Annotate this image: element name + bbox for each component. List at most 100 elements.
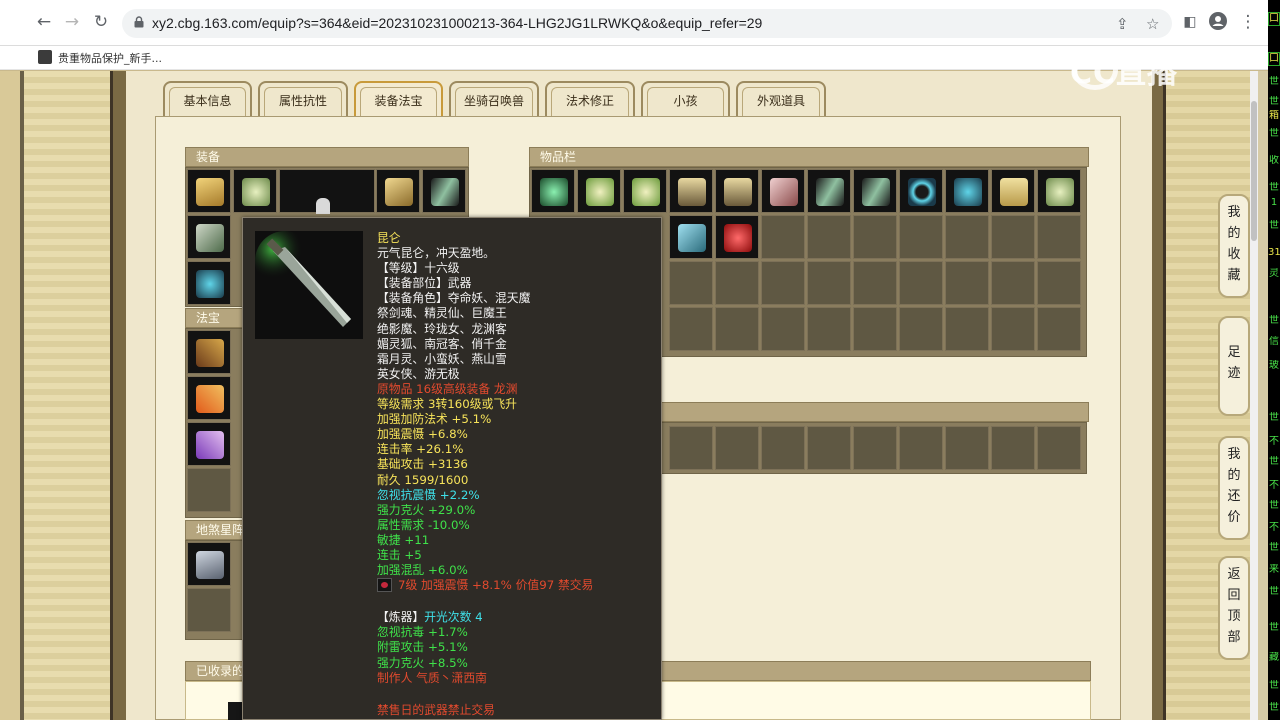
- necklace-icon: [1046, 178, 1074, 206]
- inventory-slot[interactable]: [991, 261, 1035, 305]
- storage-slot[interactable]: [899, 426, 943, 470]
- inventory-slot[interactable]: [761, 261, 805, 305]
- storage-slot[interactable]: [761, 426, 805, 470]
- inventory-slot[interactable]: [669, 169, 713, 213]
- inventory-slot[interactable]: [1037, 169, 1081, 213]
- side-char: 足: [1227, 345, 1241, 360]
- inventory-slot[interactable]: [853, 169, 897, 213]
- item-maker: 制作人 气质丶潇西南: [377, 670, 487, 685]
- inventory-slot[interactable]: [899, 215, 943, 259]
- treasure-slot-1[interactable]: [187, 330, 231, 374]
- tab-attributes[interactable]: 属性抗性: [258, 81, 348, 117]
- tab-spell-correction[interactable]: 法术修正: [545, 81, 635, 117]
- inventory-slot[interactable]: [1037, 215, 1081, 259]
- scrollbar-thumb[interactable]: [1251, 101, 1257, 241]
- treasure-slot-2[interactable]: [187, 376, 231, 420]
- address-bar[interactable]: xy2.cbg.163.com/equip?s=364&eid=20231023…: [122, 9, 1172, 38]
- inventory-slot[interactable]: [807, 215, 851, 259]
- strip-item: 世: [1269, 680, 1279, 691]
- inventory-slot[interactable]: [945, 215, 989, 259]
- inventory-slot[interactable]: [991, 169, 1035, 213]
- url-text[interactable]: xy2.cbg.163.com/equip?s=364&eid=20231023…: [152, 15, 762, 31]
- inventory-slot[interactable]: [807, 307, 851, 351]
- forward-icon[interactable]: →: [62, 12, 82, 32]
- equip-slot-weapon[interactable]: [187, 215, 231, 259]
- equip-slot-belt[interactable]: [422, 169, 466, 213]
- inventory-slot[interactable]: [991, 307, 1035, 351]
- inventory-slot[interactable]: [899, 169, 943, 213]
- inventory-slot[interactable]: [899, 261, 943, 305]
- back-icon[interactable]: ←: [34, 12, 54, 32]
- inventory-slot[interactable]: [945, 261, 989, 305]
- inventory-slot[interactable]: [853, 261, 897, 305]
- inventory-slot[interactable]: [761, 215, 805, 259]
- inventory-slot[interactable]: [669, 215, 713, 259]
- refine-stat: 强力克火 +8.5%: [377, 655, 468, 670]
- inventory-slot[interactable]: [807, 261, 851, 305]
- treasure-slot-4[interactable]: [187, 468, 231, 512]
- inventory-slot[interactable]: [1037, 307, 1081, 351]
- tab-child[interactable]: 小孩: [641, 81, 730, 117]
- inventory-slot[interactable]: [623, 169, 667, 213]
- inventory-slot[interactable]: [577, 169, 621, 213]
- inventory-slot[interactable]: [715, 169, 759, 213]
- side-char: 回: [1227, 588, 1241, 603]
- tab-equipment[interactable]: 装备法宝: [354, 81, 443, 117]
- storage-slot[interactable]: [945, 426, 989, 470]
- storage-slot[interactable]: [853, 426, 897, 470]
- treasure-slot-3[interactable]: [187, 422, 231, 466]
- equip-slot-shoes[interactable]: [187, 261, 231, 305]
- equip-slot-necklace[interactable]: [233, 169, 277, 213]
- inventory-slot[interactable]: [715, 261, 759, 305]
- inventory-slot[interactable]: [853, 307, 897, 351]
- tab-mounts-summons[interactable]: 坐骑召唤兽: [449, 81, 539, 117]
- inventory-slot[interactable]: [715, 215, 759, 259]
- inventory-slot[interactable]: [945, 307, 989, 351]
- inventory-slot[interactable]: [1037, 261, 1081, 305]
- inventory-slot[interactable]: [991, 215, 1035, 259]
- history-button[interactable]: 足 迹: [1218, 316, 1250, 416]
- strip-item: 来: [1269, 564, 1279, 575]
- my-offers-button[interactable]: 我 的 还 价: [1218, 436, 1250, 540]
- inventory-slot[interactable]: [531, 169, 575, 213]
- staff-icon: [770, 178, 798, 206]
- boots-icon: [678, 178, 706, 206]
- storage-slot[interactable]: [715, 426, 759, 470]
- equip-slot-hat[interactable]: [187, 169, 231, 213]
- earth-star-slot-2[interactable]: [187, 588, 231, 632]
- tab-appearance[interactable]: 外观道具: [736, 81, 826, 117]
- item-slot: 【装备部位】武器: [377, 276, 472, 291]
- equip-slot-armor[interactable]: [376, 169, 420, 213]
- inventory-slot[interactable]: [669, 307, 713, 351]
- inventory-slot[interactable]: [899, 307, 943, 351]
- item-origin: 原物品 16级高级装备 龙渊: [377, 381, 518, 396]
- side-panel-icon[interactable]: ◧: [1180, 12, 1200, 32]
- inventory-slot[interactable]: [761, 169, 805, 213]
- my-favorites-button[interactable]: 我 的 收 藏: [1218, 194, 1250, 298]
- inventory-slot[interactable]: [945, 169, 989, 213]
- back-to-top-button[interactable]: 返 回 顶 部: [1218, 556, 1250, 660]
- storage-slot[interactable]: [1037, 426, 1081, 470]
- amulet-icon: [632, 178, 660, 206]
- storage-slot[interactable]: [807, 426, 851, 470]
- inventory-slot[interactable]: [807, 169, 851, 213]
- storage-slot[interactable]: [991, 426, 1035, 470]
- bookmark-item[interactable]: 贵重物品保护_新手...: [58, 50, 162, 66]
- item-desc: 元气昆仑，冲天盈地。: [377, 246, 495, 261]
- menu-kebab-icon[interactable]: ⋮: [1238, 12, 1258, 32]
- inventory-slot[interactable]: [761, 307, 805, 351]
- inventory-slot[interactable]: [715, 307, 759, 351]
- storage-slot[interactable]: [669, 426, 713, 470]
- earth-star-icon: [196, 551, 224, 579]
- inventory-slot[interactable]: [669, 261, 713, 305]
- earth-star-slot-1[interactable]: [187, 542, 231, 586]
- item-stat: 忽视抗震慑 +2.2%: [377, 487, 480, 502]
- tab-basic-info[interactable]: 基本信息: [163, 81, 252, 117]
- bookmark-star-icon[interactable]: ☆: [1146, 15, 1159, 33]
- share-icon[interactable]: ⇪: [1116, 15, 1129, 33]
- earth-star-header: 地煞星阵: [185, 520, 245, 540]
- reload-icon[interactable]: ↻: [91, 12, 111, 32]
- inventory-slot[interactable]: [853, 215, 897, 259]
- profile-icon[interactable]: [1208, 12, 1228, 32]
